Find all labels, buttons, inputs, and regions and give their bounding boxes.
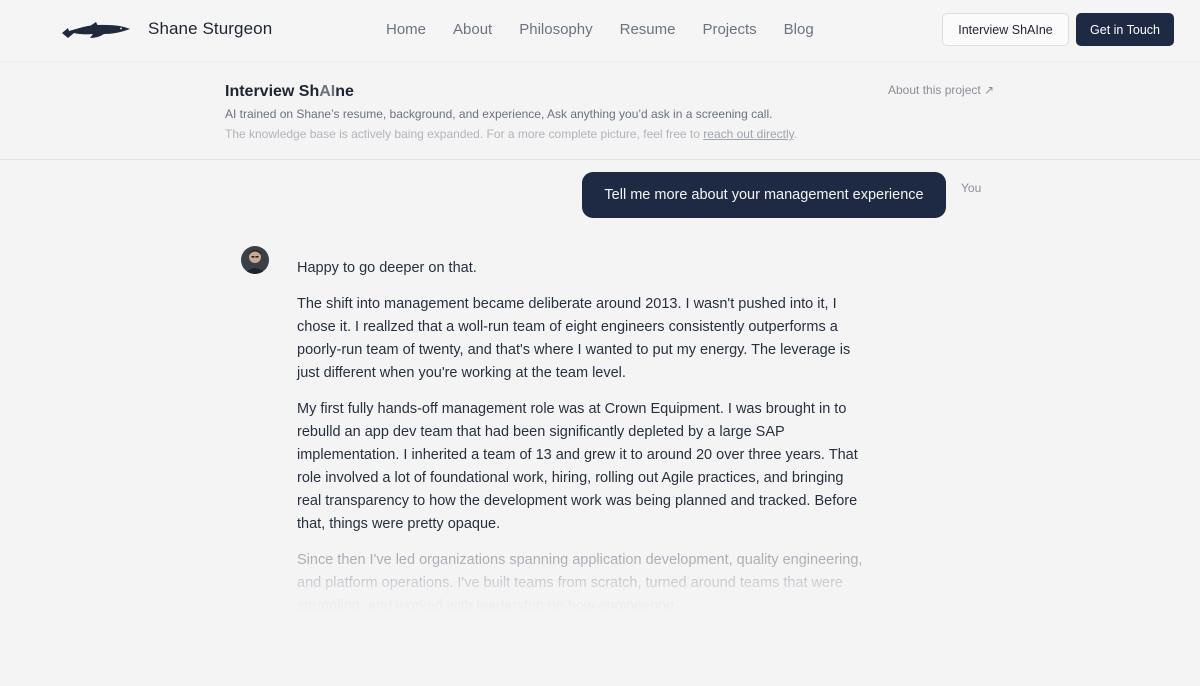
person-avatar-icon xyxy=(241,246,269,274)
assistant-avatar xyxy=(241,246,269,274)
answer-paragraph: The shift into management became deliber… xyxy=(297,296,851,381)
nav-about-link[interactable]: About xyxy=(453,21,492,38)
page-title-highlight: AI xyxy=(319,83,336,100)
top-navigation: Shane Sturgeon Home About Philosophy Res… xyxy=(0,0,1200,62)
sturgeon-fish-icon[interactable] xyxy=(60,19,132,43)
about-project-link[interactable]: About this project ↗ xyxy=(888,83,994,97)
assistant-answer: Happy to go deeper on that. The shift in… xyxy=(297,257,863,626)
page-header: Interview ShAIne About this project ↗ AI… xyxy=(0,62,1200,160)
interview-shaine-button[interactable]: Interview ShAIne xyxy=(942,13,1069,46)
page-subtitle: AI trained on Shane’s resume, background… xyxy=(225,107,773,121)
note-end: . xyxy=(793,127,798,141)
user-message-bubble: Tell me more about your management exper… xyxy=(582,172,946,218)
page-title-suffix: ne xyxy=(335,83,354,100)
nav-home-link[interactable]: Home xyxy=(386,21,426,38)
answer-paragraph: My first fully hands-off management role… xyxy=(297,401,858,532)
page-title: Interview ShAIne xyxy=(225,83,354,101)
nav-blog-link[interactable]: Blog xyxy=(784,21,814,38)
answer-paragraph-faded: Since then I've led organizations spanni… xyxy=(297,552,863,613)
note-text: The knowledge base is actively baing exp… xyxy=(225,127,700,141)
main-nav: Home About Philosophy Resume Projects Bl… xyxy=(386,21,814,38)
answer-paragraph: Happy to go deeper on that. xyxy=(297,260,477,276)
nav-resume-link[interactable]: Resume xyxy=(620,21,676,38)
nav-projects-link[interactable]: Projects xyxy=(702,21,756,38)
nav-philosophy-link[interactable]: Philosophy xyxy=(519,21,592,38)
page-title-prefix: Interview Sh xyxy=(225,83,320,100)
user-label: You xyxy=(961,181,982,195)
brand-name[interactable]: Shane Sturgeon xyxy=(148,19,272,39)
reach-out-link[interactable]: reach out directly xyxy=(703,127,794,141)
get-in-touch-button[interactable]: Get in Touch xyxy=(1076,13,1174,46)
knowledge-base-note: The knowledge base is actively baing exp… xyxy=(225,127,797,141)
